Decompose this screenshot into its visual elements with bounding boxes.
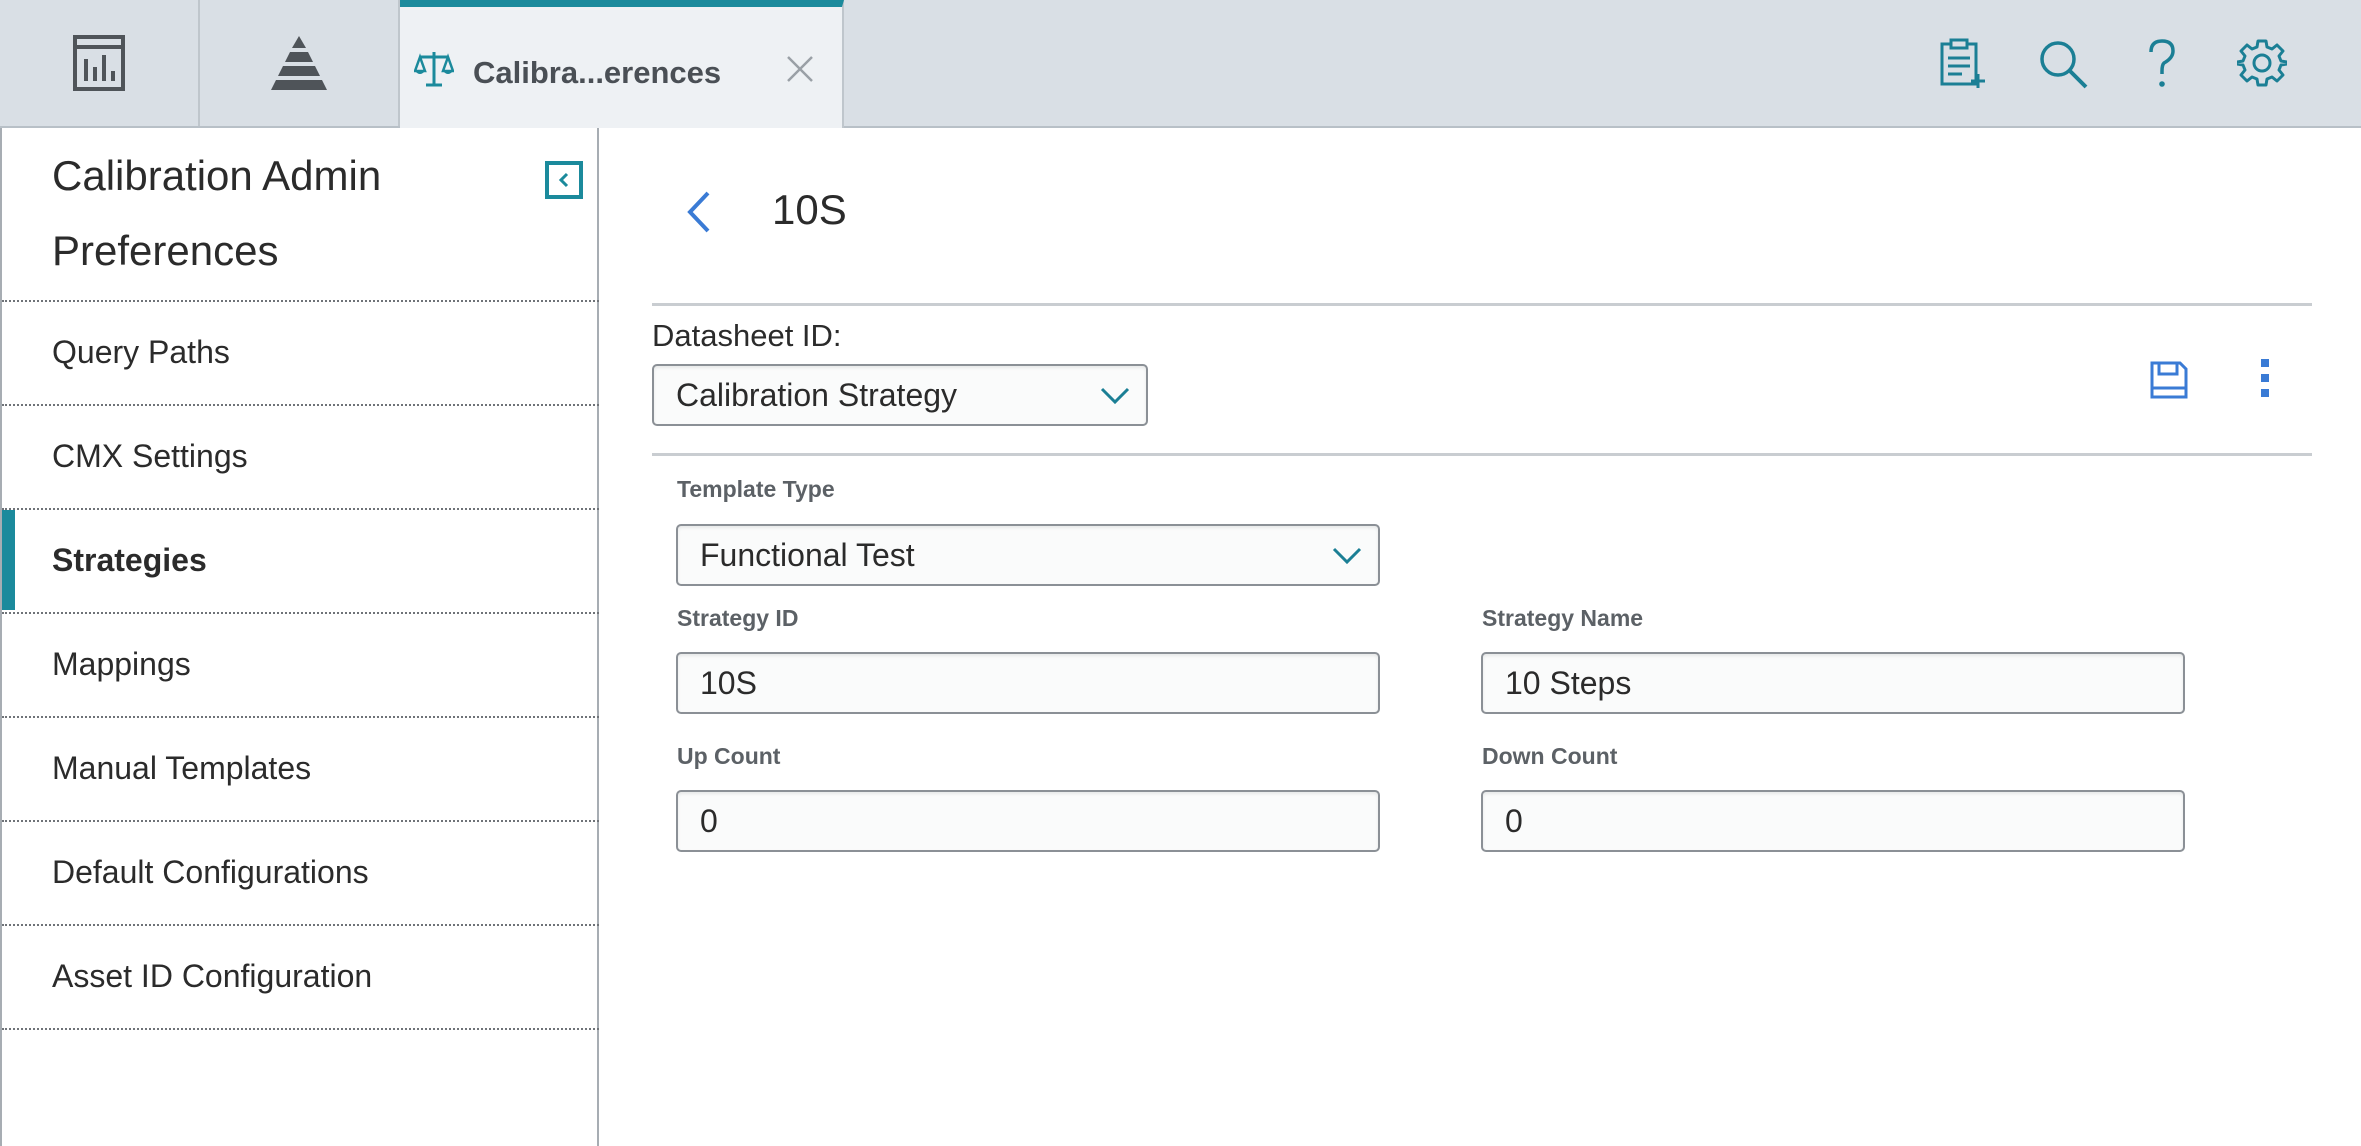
- down-count-field[interactable]: 0: [1481, 790, 2185, 852]
- sidebar-item-query-paths[interactable]: Query Paths: [2, 300, 599, 402]
- collapse-sidebar-button[interactable]: [545, 161, 583, 199]
- top-bar: Calibra...erences: [0, 0, 2361, 128]
- pyramid-icon: [271, 36, 327, 90]
- tab-title: Calibra...erences: [473, 55, 722, 90]
- sidebar-item-label: Manual Templates: [52, 749, 312, 786]
- scales-icon: [413, 49, 455, 94]
- sidebar-item-manual-templates[interactable]: Manual Templates: [2, 716, 599, 818]
- record-title: 10S: [772, 186, 847, 233]
- back-arrow-icon[interactable]: [682, 190, 716, 239]
- template-type-label: Template Type: [677, 476, 835, 502]
- template-type-value: Functional Test: [700, 536, 915, 573]
- datasheet-select[interactable]: Calibration Strategy: [652, 364, 1148, 426]
- save-icon[interactable]: [2149, 360, 2189, 405]
- sidebar-title: Calibration Admin Preferences: [52, 152, 382, 274]
- up-count-field[interactable]: 0: [676, 790, 1380, 852]
- up-count-label: Up Count: [677, 743, 781, 769]
- sidebar-item-mappings[interactable]: Mappings: [2, 612, 599, 714]
- sidebar-item-label: Asset ID Configuration: [52, 957, 373, 994]
- sidebar-item-label: Default Configurations: [52, 853, 369, 890]
- strategy-tile[interactable]: [200, 0, 400, 126]
- strategy-id-label: Strategy ID: [677, 605, 799, 631]
- more-vertical-icon[interactable]: [2259, 357, 2271, 404]
- sidebar-divider: [2, 1028, 599, 1032]
- down-count-label: Down Count: [1482, 743, 1618, 769]
- datasheet-value: Calibration Strategy: [676, 376, 958, 413]
- dashboard-tile[interactable]: [0, 0, 200, 126]
- sidebar-item-label: Strategies: [52, 541, 207, 578]
- up-count-value: 0: [700, 802, 718, 839]
- sidebar-item-label: Mappings: [52, 645, 191, 682]
- template-type-select[interactable]: Functional Test: [676, 524, 1380, 586]
- clipboard-add-icon[interactable]: [1938, 38, 1988, 95]
- sidebar-item-strategies[interactable]: Strategies: [2, 508, 599, 610]
- help-icon[interactable]: [2147, 38, 2177, 95]
- strategy-id-value: 10S: [700, 664, 757, 701]
- sidebar-item-cmx-settings[interactable]: CMX Settings: [2, 404, 599, 506]
- dashboard-icon: [73, 35, 125, 91]
- sidebar: Calibration Admin Preferences Query Path…: [0, 128, 599, 1146]
- divider: [652, 453, 2312, 456]
- strategy-name-field[interactable]: 10 Steps: [1481, 652, 2185, 714]
- chevron-left-icon: [549, 165, 579, 195]
- divider: [652, 303, 2312, 306]
- down-count-value: 0: [1505, 802, 1523, 839]
- strategy-name-label: Strategy Name: [1482, 605, 1644, 631]
- sidebar-item-default-configurations[interactable]: Default Configurations: [2, 820, 599, 922]
- chevron-down-icon: [1100, 387, 1130, 405]
- datasheet-label: Datasheet ID:: [652, 318, 842, 353]
- chevron-down-icon: [1332, 547, 1362, 565]
- sidebar-item-asset-id-configuration[interactable]: Asset ID Configuration: [2, 924, 599, 1026]
- search-icon[interactable]: [2037, 38, 2089, 95]
- tab-calibration-preferences[interactable]: Calibra...erences: [400, 0, 844, 128]
- strategy-name-value: 10 Steps: [1505, 664, 1632, 701]
- gear-icon[interactable]: [2235, 38, 2289, 93]
- close-icon[interactable]: [784, 53, 816, 90]
- strategy-id-field[interactable]: 10S: [676, 652, 1380, 714]
- sidebar-item-label: Query Paths: [52, 333, 230, 370]
- sidebar-item-label: CMX Settings: [52, 437, 248, 474]
